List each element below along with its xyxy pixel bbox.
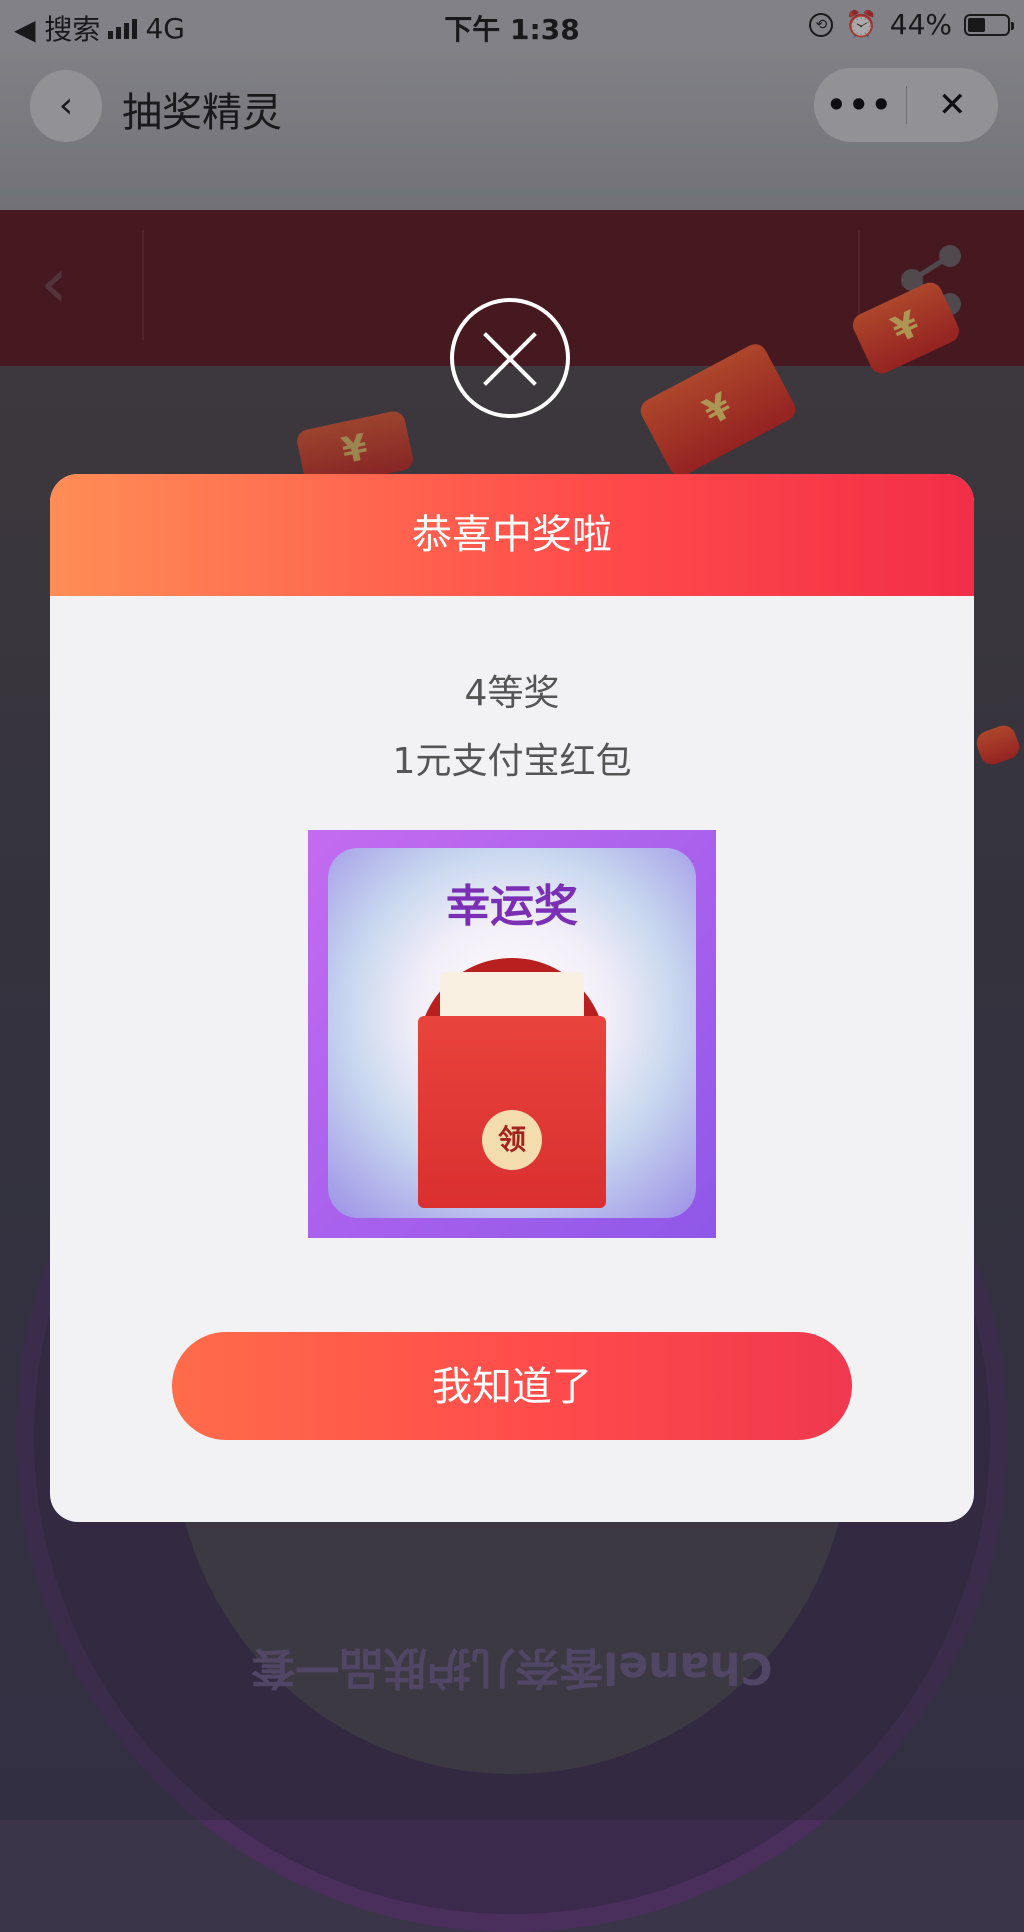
prize-image: 幸运奖 ¥ 1 元 领 (308, 830, 716, 1238)
confirm-button[interactable]: 我知道了 (172, 1332, 852, 1440)
prize-name: 1元支付宝红包 (392, 741, 632, 782)
dialog-title: 恭喜中奖啦 (50, 474, 974, 596)
red-packet-icon: ¥ 1 元 领 (418, 958, 606, 1208)
modal-close-button[interactable] (450, 298, 570, 418)
prize-image-inner: 幸运奖 ¥ 1 元 领 (328, 848, 696, 1218)
prize-dialog: 恭喜中奖啦 4等奖 1元支付宝红包 幸运奖 ¥ 1 元 领 我知道了 (50, 474, 974, 1522)
claim-badge: 领 (482, 1110, 542, 1170)
lucky-prize-label: 幸运奖 (446, 881, 578, 932)
prize-level: 4等奖 (464, 673, 560, 714)
